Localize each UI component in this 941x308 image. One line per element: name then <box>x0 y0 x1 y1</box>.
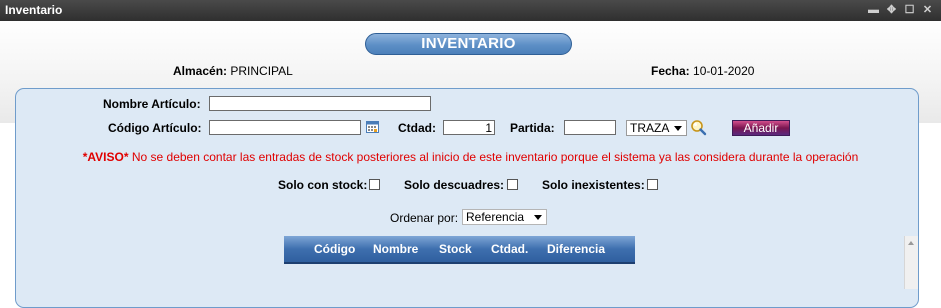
ctdad-input[interactable] <box>443 120 495 135</box>
solo-descuadres-label: Solo descuadres: <box>404 178 505 192</box>
warning-message: *AVISO* No se deben contar las entradas … <box>0 150 941 164</box>
column-header-stock[interactable]: Stock <box>439 242 472 256</box>
nombre-articulo-input[interactable] <box>209 96 431 111</box>
column-header-diferencia[interactable]: Diferencia <box>547 242 605 256</box>
chevron-down-icon <box>534 215 542 220</box>
column-header-nombre[interactable]: Nombre <box>373 242 418 256</box>
window-controls: ▬ ✥ ☐ ✕ <box>868 0 933 21</box>
minimize-icon[interactable]: ▬ <box>868 5 879 16</box>
move-icon[interactable]: ✥ <box>886 5 897 16</box>
window-title: Inventario <box>5 3 63 17</box>
chevron-down-icon <box>674 126 682 131</box>
almacen-value: PRINCIPAL <box>230 64 293 78</box>
ordenar-label: Ordenar por: <box>390 211 459 225</box>
scroll-up-icon[interactable] <box>908 241 914 245</box>
fecha-label: Fecha: <box>651 64 690 78</box>
add-button[interactable]: Añadir <box>732 120 790 136</box>
codigo-articulo-input[interactable] <box>209 120 361 135</box>
results-table-header: Código Nombre Stock Ctdad. Diferencia <box>284 236 635 264</box>
codigo-label: Código Artículo: <box>108 121 202 135</box>
maximize-icon[interactable]: ☐ <box>904 5 915 16</box>
page-title: INVENTARIO <box>365 33 572 55</box>
solo-stock-checkbox[interactable] <box>369 179 380 190</box>
partida-label: Partida: <box>510 121 555 135</box>
fecha-info: Fecha: 10-01-2020 <box>651 64 754 78</box>
solo-inexistentes-checkbox[interactable] <box>647 179 658 190</box>
results-scrollbar[interactable] <box>904 236 918 289</box>
almacen-label: Almacén: <box>173 64 228 78</box>
calendar-icon[interactable] <box>366 120 380 134</box>
solo-inexistentes-label: Solo inexistentes: <box>542 178 645 192</box>
nombre-label: Nombre Artículo: <box>103 97 201 111</box>
ordenar-select[interactable]: Referencia <box>462 209 547 225</box>
column-header-codigo[interactable]: Código <box>314 242 355 256</box>
close-icon[interactable]: ✕ <box>922 5 933 16</box>
ctdad-label: Ctdad: <box>398 121 436 135</box>
warning-text: No se deben contar las entradas de stock… <box>128 150 859 164</box>
solo-stock-label: Solo con stock: <box>278 178 368 192</box>
fecha-value: 10-01-2020 <box>693 64 755 78</box>
warning-prefix: *AVISO* <box>82 150 129 164</box>
column-header-ctdad[interactable]: Ctdad. <box>491 242 528 256</box>
ordenar-select-value: Referencia <box>466 210 525 224</box>
search-icon[interactable] <box>690 119 707 136</box>
almacen-info: Almacén: PRINCIPAL <box>173 64 293 78</box>
solo-descuadres-checkbox[interactable] <box>507 179 518 190</box>
traza-select[interactable]: TRAZA <box>626 120 687 136</box>
traza-select-value: TRAZA <box>630 121 670 135</box>
window-titlebar: Inventario ▬ ✥ ☐ ✕ <box>0 0 941 21</box>
partida-input[interactable] <box>564 120 616 135</box>
